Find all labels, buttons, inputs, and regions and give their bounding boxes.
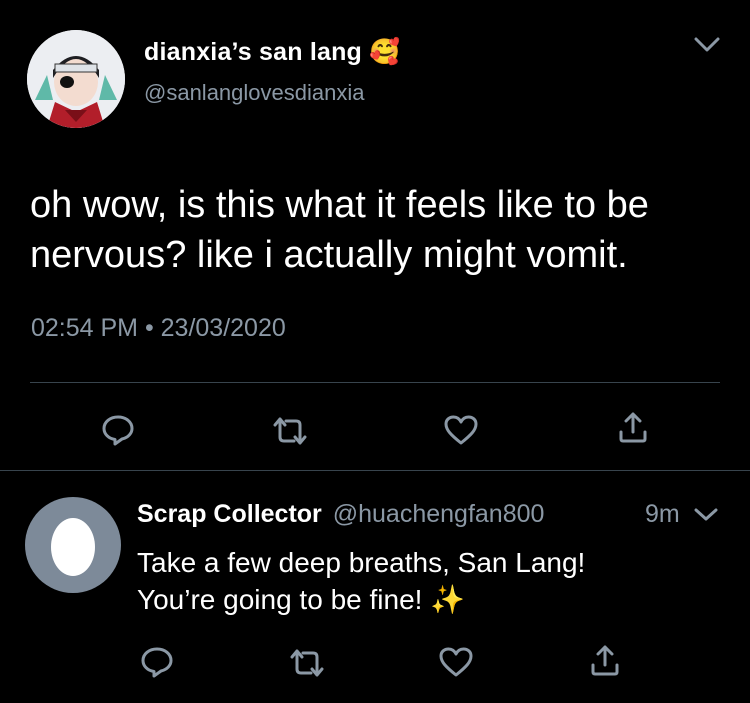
tweet-text: oh wow, is this what it feels like to be… — [30, 180, 649, 280]
like-icon[interactable] — [443, 414, 479, 446]
reply-header: Scrap Collector @huachengfan800 — [137, 500, 544, 529]
divider — [30, 382, 720, 383]
tweet-text-line: oh wow, is this what it feels like to be — [30, 184, 649, 226]
chevron-down-icon[interactable] — [694, 37, 720, 53]
retweet-icon[interactable] — [287, 647, 327, 679]
smiling-face-hearts-emoji: 🥰 — [369, 38, 401, 66]
divider — [0, 470, 750, 471]
display-name-text: dianxia’s san lang — [144, 38, 363, 66]
reply-text: Take a few deep breaths, San Lang! You’r… — [137, 544, 585, 618]
reply-icon[interactable] — [140, 645, 174, 679]
retweet-icon[interactable] — [270, 415, 310, 447]
handle[interactable]: @sanlanglovesdianxia — [144, 80, 364, 106]
display-name[interactable]: dianxia’s san lang 🥰 — [144, 38, 401, 67]
avatar[interactable] — [27, 30, 125, 128]
reply-handle[interactable]: @huachengfan800 — [333, 500, 545, 528]
like-icon[interactable] — [438, 646, 474, 678]
chevron-down-icon[interactable] — [694, 508, 718, 522]
share-icon[interactable] — [590, 643, 620, 677]
share-icon[interactable] — [618, 410, 648, 444]
avatar[interactable] — [25, 497, 121, 593]
reply-icon[interactable] — [101, 413, 135, 447]
reply-time[interactable]: 9m — [645, 500, 680, 529]
timestamp[interactable]: 02:54 PM • 23/03/2020 — [31, 314, 286, 343]
reply-display-name[interactable]: Scrap Collector — [137, 500, 322, 528]
sparkles-emoji: ✨ — [430, 584, 466, 615]
reply-text-line: Take a few deep breaths, San Lang! — [137, 547, 586, 578]
tweet-text-line: nervous? like i actually might vomit. — [30, 234, 628, 276]
reply-text-line: You’re going to be fine! — [137, 584, 423, 615]
